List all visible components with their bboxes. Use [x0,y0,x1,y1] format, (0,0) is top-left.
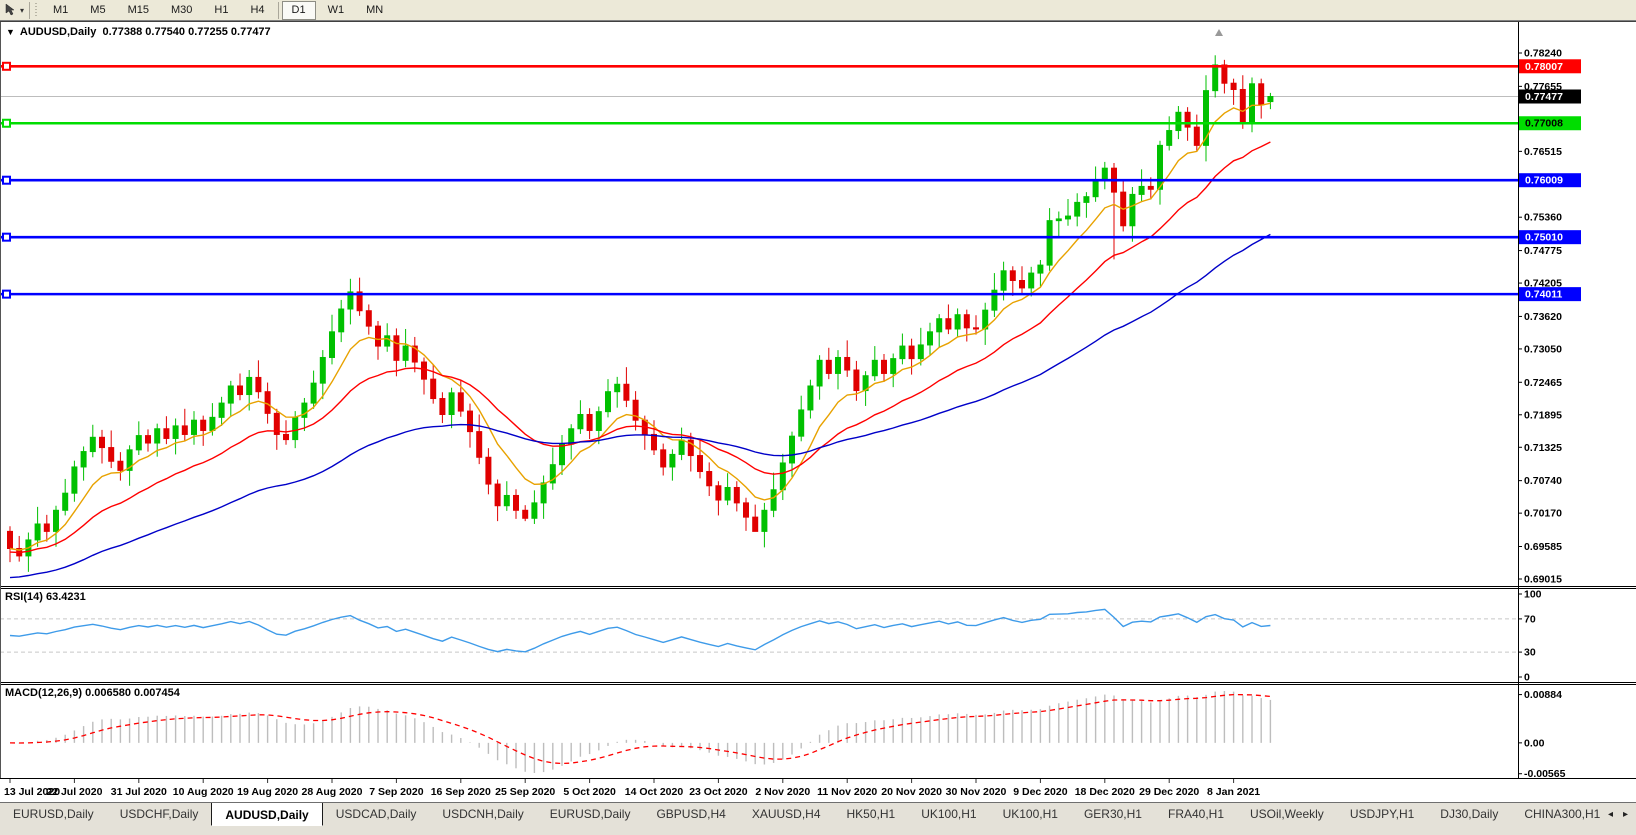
svg-text:0.75360: 0.75360 [1524,212,1562,224]
svg-text:0.72465: 0.72465 [1524,377,1562,389]
svg-text:0.69015: 0.69015 [1524,574,1562,586]
timeframe-button-m1[interactable]: M1 [43,1,78,20]
timeframe-button-h1[interactable]: H1 [204,1,238,20]
collapse-triangle-icon[interactable]: ▼ [6,27,15,37]
tab-audusd-daily[interactable]: AUDUSD,Daily [211,803,322,826]
svg-text:0.77477: 0.77477 [1525,91,1563,103]
svg-text:0.78007: 0.78007 [1525,61,1563,73]
svg-text:19 Aug 2020: 19 Aug 2020 [237,786,298,798]
svg-text:7 Sep 2020: 7 Sep 2020 [369,786,423,798]
svg-text:8 Jan 2021: 8 Jan 2021 [1207,786,1260,798]
tab-usdcad-daily[interactable]: USDCAD,Daily [323,803,430,824]
svg-text:14 Oct 2020: 14 Oct 2020 [625,786,684,798]
svg-text:25 Sep 2020: 25 Sep 2020 [495,786,555,798]
timeframe-button-h4[interactable]: H4 [240,1,274,20]
svg-text:0.71895: 0.71895 [1524,409,1562,421]
hline-handle-0.74011[interactable] [3,291,10,298]
svg-text:0.74011: 0.74011 [1525,289,1563,301]
svg-text:10 Aug 2020: 10 Aug 2020 [173,786,234,798]
chevron-down-icon[interactable]: ▾ [20,6,24,15]
tab-gbpusd-h4[interactable]: GBPUSD,H4 [643,803,738,824]
svg-text:30 Nov 2020: 30 Nov 2020 [946,786,1007,798]
svg-text:29 Dec 2020: 29 Dec 2020 [1139,786,1199,798]
svg-text:31 Jul 2020: 31 Jul 2020 [111,786,167,798]
hline-handle-0.78007[interactable] [3,63,10,70]
svg-text:20 Nov 2020: 20 Nov 2020 [881,786,942,798]
svg-text:0.69585: 0.69585 [1524,541,1562,553]
hline-handle-0.77008[interactable] [3,120,10,127]
chart-title: ▼ AUDUSD,Daily 0.77388 0.77540 0.77255 0.… [6,26,271,38]
timeframe-button-m15[interactable]: M15 [118,1,159,20]
svg-text:100: 100 [1524,589,1542,601]
toolbar-divider [278,2,279,19]
svg-text:0.77008: 0.77008 [1525,118,1563,130]
svg-text:0.71325: 0.71325 [1524,442,1562,454]
timeframe-button-m5[interactable]: M5 [80,1,115,20]
svg-text:0: 0 [1524,672,1530,684]
svg-text:0.00884: 0.00884 [1524,689,1562,701]
svg-text:11 Nov 2020: 11 Nov 2020 [817,786,877,798]
svg-text:0.78240: 0.78240 [1524,48,1562,60]
svg-text:0.76009: 0.76009 [1525,175,1563,187]
svg-text:0.70170: 0.70170 [1524,508,1562,520]
tab-uk100-h1[interactable]: UK100,H1 [908,803,989,824]
chart-symbol-period: AUDUSD,Daily [20,26,96,38]
tab-uk100-h1[interactable]: UK100,H1 [990,803,1071,824]
toolbar-grip[interactable] [34,3,38,18]
svg-text:0.74775: 0.74775 [1524,245,1562,257]
svg-text:0.75010: 0.75010 [1525,232,1563,244]
hline-handle-0.76009[interactable] [3,177,10,184]
macd-indicator-label: MACD(12,26,9) 0.006580 0.007454 [5,687,180,699]
svg-text:9 Dec 2020: 9 Dec 2020 [1013,786,1067,798]
svg-text:2 Nov 2020: 2 Nov 2020 [755,786,810,798]
crosshair-cursor-icon[interactable] [1,2,19,18]
tab-dj30-daily[interactable]: DJ30,Daily [1427,803,1511,824]
svg-text:23 Oct 2020: 23 Oct 2020 [689,786,748,798]
chart-plot-area[interactable] [0,22,1518,586]
tab-eurusd-daily[interactable]: EURUSD,Daily [0,803,107,824]
chart-canvas[interactable]: 0.782400.776550.765150.753600.747750.742… [0,22,1636,803]
svg-text:5 Oct 2020: 5 Oct 2020 [563,786,616,798]
tab-fra40-h1[interactable]: FRA40,H1 [1155,803,1237,824]
svg-text:70: 70 [1524,613,1536,625]
svg-text:0.76515: 0.76515 [1524,146,1562,158]
tab-xauusd-h4[interactable]: XAUUSD,H4 [739,803,834,824]
timeframe-toolbar: ▾ M1M5M15M30H1H4 D1W1MN [0,0,1636,21]
tab-china300-h1[interactable]: CHINA300,H1 [1511,803,1600,824]
tabs-scroll-right-icon[interactable]: ▸ [1623,809,1628,820]
toolbar-divider [29,2,30,19]
svg-text:30: 30 [1524,647,1536,659]
svg-text:16 Sep 2020: 16 Sep 2020 [431,786,491,798]
rsi-indicator-label: RSI(14) 63.4231 [5,591,86,603]
tab-usdcnh-daily[interactable]: USDCNH,Daily [429,803,536,824]
svg-text:0.73050: 0.73050 [1524,343,1562,355]
tabs-scroll-left-icon[interactable]: ◂ [1608,809,1613,820]
timeframe-button-m30[interactable]: M30 [161,1,202,20]
tab-eurusd-daily[interactable]: EURUSD,Daily [537,803,644,824]
timeframe-button-mn[interactable]: MN [356,1,393,20]
tab-usdjpy-h1[interactable]: USDJPY,H1 [1337,803,1427,824]
tab-ger30-h1[interactable]: GER30,H1 [1071,803,1155,824]
tab-usdchf-daily[interactable]: USDCHF,Daily [107,803,212,824]
hline-handle-0.75010[interactable] [3,234,10,241]
svg-text:0.70740: 0.70740 [1524,475,1562,487]
svg-text:22 Jul 2020: 22 Jul 2020 [46,786,102,798]
chart-ohlc-values: 0.77388 0.77540 0.77255 0.77477 [102,26,270,38]
timeframe-button-d1[interactable]: D1 [282,1,316,20]
svg-text:28 Aug 2020: 28 Aug 2020 [302,786,363,798]
symbol-tab-bar: EURUSD,DailyUSDCHF,DailyAUDUSD,DailyUSDC… [0,802,1636,835]
tab-usoil-weekly[interactable]: USOil,Weekly [1237,803,1337,824]
timeframe-button-w1[interactable]: W1 [318,1,355,20]
svg-text:-0.00565: -0.00565 [1524,768,1566,780]
svg-text:0.00: 0.00 [1524,737,1545,749]
svg-text:0.73620: 0.73620 [1524,311,1562,323]
svg-text:18 Dec 2020: 18 Dec 2020 [1075,786,1135,798]
chart-window: 0.782400.776550.765150.753600.747750.742… [0,21,1636,802]
tab-hk50-h1[interactable]: HK50,H1 [834,803,909,824]
